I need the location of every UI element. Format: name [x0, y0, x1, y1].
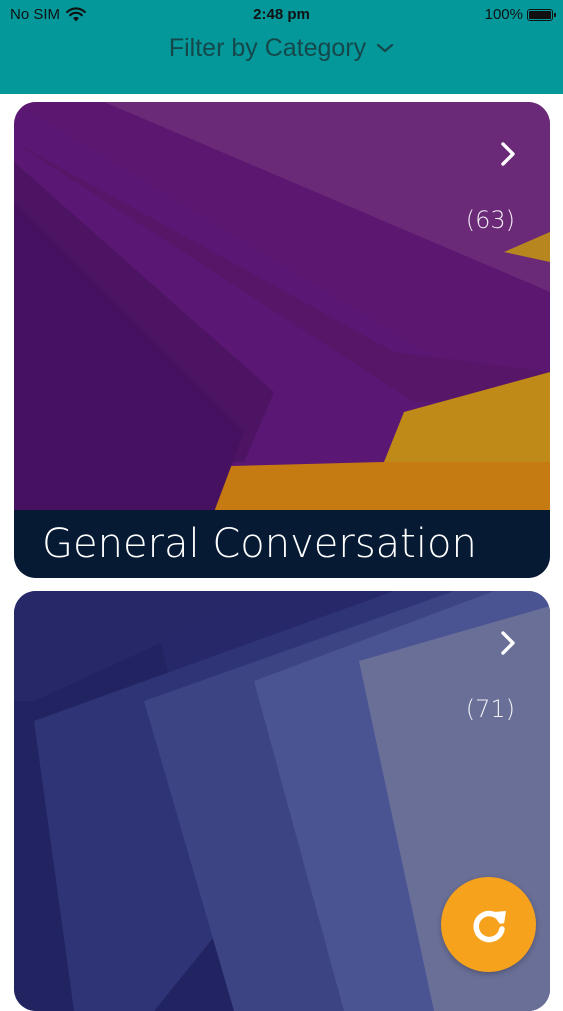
- refresh-icon: [473, 910, 506, 942]
- battery-icon: [527, 8, 556, 21]
- app-header: No SIM 2:48 pm 100% Filter by Category: [0, 0, 563, 94]
- card-title: General Conversation: [14, 510, 550, 578]
- filter-by-category-dropdown[interactable]: Filter by Category: [0, 32, 563, 64]
- chevron-right-icon: [501, 142, 515, 166]
- category-card-general-conversation[interactable]: (63) General Conversation: [14, 102, 550, 578]
- status-bar: No SIM 2:48 pm 100%: [0, 0, 563, 30]
- status-time: 2:48 pm: [253, 6, 310, 23]
- card-item-count: (63): [465, 206, 515, 234]
- battery-percent: 100%: [484, 6, 523, 23]
- chevron-right-icon: [501, 631, 515, 655]
- chevron-down-icon: [376, 42, 394, 54]
- card-background-image: [14, 102, 550, 578]
- battery-status: 100%: [484, 6, 556, 23]
- card-item-count: (71): [465, 695, 515, 723]
- filter-label: Filter by Category: [168, 33, 367, 62]
- refresh-button[interactable]: [441, 877, 536, 972]
